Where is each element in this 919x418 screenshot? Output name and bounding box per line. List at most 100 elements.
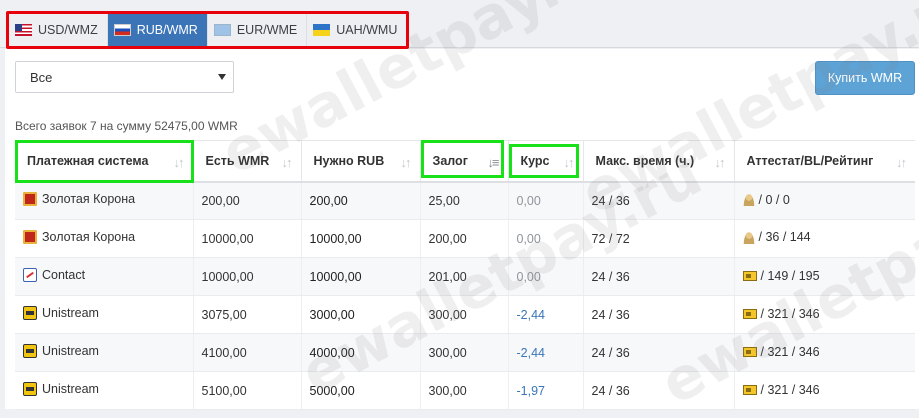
- certificate-icon: [742, 385, 757, 395]
- cell-payment-system: Unistream: [15, 295, 194, 334]
- buy-wmr-button[interactable]: Купить WMR: [815, 61, 915, 95]
- table-row[interactable]: Unistream 3075,00 3000,00 300,00 -2,44 24 / 3…: [15, 295, 915, 334]
- cell-rate: 0,00: [508, 219, 584, 258]
- payment-system-name: Unistream: [42, 344, 99, 358]
- cell-attestat: / 36 / 144: [734, 219, 915, 258]
- cell-deposit: 300,00: [420, 295, 509, 334]
- cell-have-wmr: 10000,00: [193, 219, 302, 258]
- certificate-icon: [742, 309, 757, 319]
- sort-icon[interactable]: ↓↑: [715, 155, 726, 170]
- tab-rub-wmr[interactable]: RUB/WMR: [107, 14, 208, 46]
- cell-max-time: 72 / 72: [583, 219, 735, 258]
- sort-icon[interactable]: ↓↑: [401, 155, 412, 170]
- cell-rate: -2,44: [508, 295, 584, 334]
- highlight-payment-system: [15, 140, 194, 183]
- cell-payment-system: Unistream: [15, 371, 194, 410]
- cell-max-time: 24 / 36: [583, 333, 735, 372]
- attestat-rating: / 36 / 144: [758, 230, 811, 245]
- orders-summary: Всего заявок 7 на сумму 52475,00 WMR: [15, 119, 238, 133]
- cell-deposit: 300,00: [420, 371, 509, 410]
- cell-need-rub: 4000,00: [301, 333, 421, 372]
- cell-attestat: / 321 / 346: [734, 295, 915, 334]
- tab-label: USD/WMZ: [38, 23, 98, 37]
- cell-need-rub: 5000,00: [301, 371, 421, 410]
- highlight-deposit: [421, 140, 504, 178]
- cell-deposit: 200,00: [420, 219, 509, 258]
- cell-max-time: 24 / 36: [583, 257, 735, 296]
- cell-need-rub: 3000,00: [301, 295, 421, 334]
- cell-attestat: / 0 / 0: [734, 181, 915, 220]
- cell-attestat: / 321 / 346: [734, 371, 915, 410]
- table-row[interactable]: Unistream 5100,00 5000,00 300,00 -1,97 24 / 3…: [15, 371, 915, 410]
- cell-attestat: / 149 / 195: [734, 257, 915, 296]
- tab-label: EUR/WME: [236, 23, 298, 37]
- table-row[interactable]: Золотая Корона 10000,00 10000,00 200,00 0,00…: [15, 219, 915, 258]
- cell-rate: 0,00: [508, 181, 584, 220]
- table-row[interactable]: Unistream 4100,00 4000,00 300,00 -2,44 24 / 3…: [15, 333, 915, 372]
- cell-rate: -2,44: [508, 333, 584, 372]
- cell-max-time: 24 / 36: [583, 181, 735, 220]
- attestat-rating: / 321 / 346: [760, 345, 820, 359]
- unistream-icon: [23, 382, 37, 396]
- cell-have-wmr: 4100,00: [193, 333, 302, 372]
- tab-label: RUB/WMR: [136, 23, 198, 37]
- cell-have-wmr: 5100,00: [193, 371, 302, 410]
- tab-usd-wmz[interactable]: USD/WMZ: [9, 14, 108, 46]
- cell-have-wmr: 3075,00: [193, 295, 302, 334]
- us-flag-icon: [15, 24, 32, 36]
- sort-icon[interactable]: ↓↑: [282, 155, 293, 170]
- cell-need-rub: 10000,00: [301, 257, 421, 296]
- tab-uah-wmu[interactable]: UAH/WMU: [307, 14, 407, 46]
- payment-system-filter[interactable]: Все: [15, 61, 234, 93]
- cell-deposit: 300,00: [420, 333, 509, 372]
- zolotaya-korona-icon: [23, 192, 37, 207]
- payment-system-name: Золотая Корона: [42, 192, 136, 207]
- ru-flag-icon: [113, 24, 131, 36]
- exchange-panel: Все Купить WMR Всего заявок 7 на сумму 5…: [5, 49, 919, 410]
- header-attestat[interactable]: Аттестат/BL/Рейтинг ↓↑: [734, 140, 915, 183]
- filter-selected-value: Все: [30, 69, 53, 85]
- cell-rate: 0,00: [508, 257, 584, 296]
- contact-icon: [23, 268, 37, 282]
- payment-system-name: Золотая Корона: [42, 230, 136, 244]
- currency-tab-bar: USD/WMZ RUB/WMR EUR/WME UAH/WMU: [0, 0, 919, 49]
- certificate-icon: [742, 271, 757, 281]
- cell-deposit: 25,00: [420, 181, 509, 220]
- certificate-icon: [742, 347, 757, 357]
- tab-eur-wme[interactable]: EUR/WME: [207, 14, 308, 46]
- sort-icon[interactable]: ↓↑: [896, 155, 907, 170]
- cell-rate: -1,97: [508, 371, 584, 410]
- attestat-rating: / 321 / 346: [760, 383, 820, 397]
- currency-tabs: USD/WMZ RUB/WMR EUR/WME UAH/WMU: [6, 11, 410, 49]
- table-row[interactable]: Золотая Корона 200,00 200,00 25,00 0,00 24 / …: [15, 181, 915, 220]
- payment-system-name: Contact: [42, 268, 86, 282]
- unistream-icon: [23, 306, 37, 320]
- attestat-rating: / 321 / 346: [760, 307, 820, 321]
- ua-flag-icon: [313, 24, 331, 36]
- attestat-rating: / 149 / 195: [760, 269, 820, 283]
- cell-payment-system: Золотая Корона: [15, 181, 194, 220]
- cell-attestat: / 321 / 346: [734, 333, 915, 372]
- payment-system-name: Unistream: [42, 382, 99, 396]
- cell-need-rub: 10000,00: [301, 219, 421, 258]
- cell-need-rub: 200,00: [301, 181, 421, 220]
- personal-attestat-icon: [742, 230, 755, 244]
- caret-down-icon: [218, 74, 226, 80]
- cell-payment-system: Unistream: [15, 333, 194, 372]
- zolotaya-korona-icon: [23, 230, 37, 244]
- attestat-rating: / 0 / 0: [758, 192, 790, 207]
- header-max-time[interactable]: Макс. время (ч.) ↓↑: [583, 140, 735, 183]
- cell-have-wmr: 10000,00: [193, 257, 302, 296]
- highlight-rate: [509, 144, 579, 178]
- cell-payment-system: Contact: [15, 257, 194, 296]
- personal-attestat-icon: [742, 193, 755, 206]
- header-have-wmr[interactable]: Есть WMR ↓↑: [193, 140, 302, 183]
- tab-label: UAH/WMU: [336, 23, 398, 37]
- header-need-rub[interactable]: Нужно RUB ↓↑: [301, 140, 421, 183]
- payment-system-name: Unistream: [42, 306, 99, 320]
- cell-max-time: 24 / 36: [583, 371, 735, 410]
- cell-payment-system: Золотая Корона: [15, 219, 194, 258]
- cell-max-time: 24 / 36: [583, 295, 735, 334]
- cell-have-wmr: 200,00: [193, 181, 302, 220]
- table-row[interactable]: Contact 10000,00 10000,00 201,00 0,00 24 / 36…: [15, 257, 915, 296]
